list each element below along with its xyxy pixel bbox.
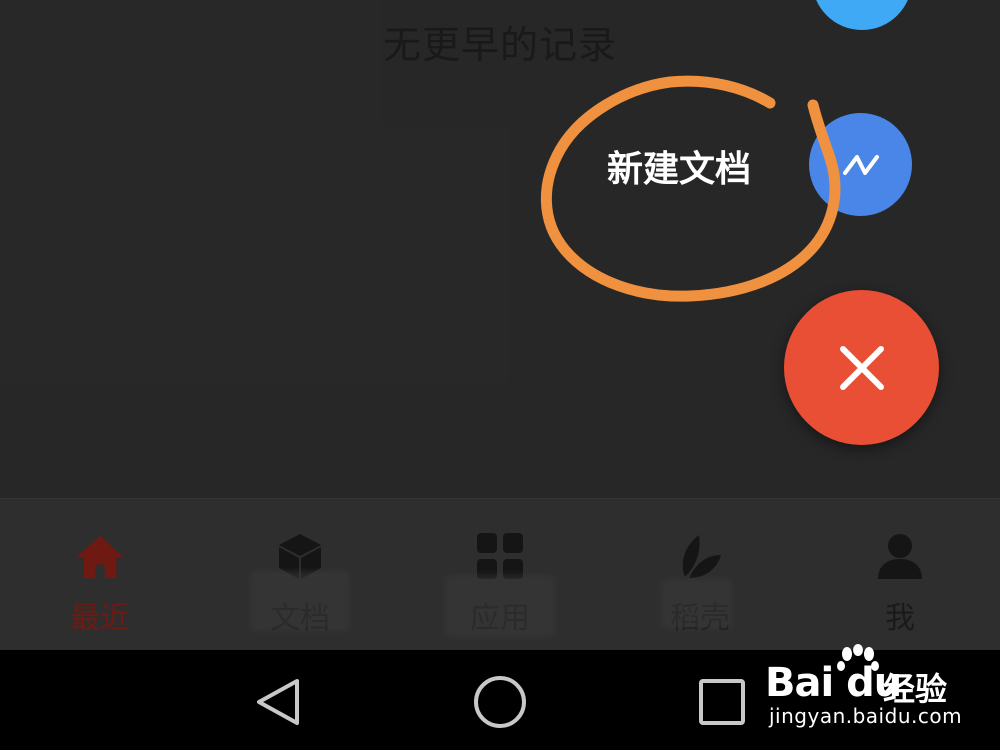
tab-apps[interactable]: 应用 bbox=[400, 499, 600, 651]
redaction-blur bbox=[445, 575, 555, 637]
watermark-url: jingyan.baidu.com bbox=[769, 704, 963, 728]
leaf-icon bbox=[675, 531, 725, 581]
w-document-icon bbox=[842, 154, 879, 175]
recents-button[interactable] bbox=[692, 672, 752, 732]
redaction-blur bbox=[250, 571, 350, 631]
tab-me[interactable]: 我 bbox=[800, 499, 1000, 651]
tab-documents[interactable]: 文档 bbox=[200, 499, 400, 651]
back-button[interactable] bbox=[248, 672, 308, 732]
paw-icon bbox=[837, 644, 879, 671]
home-button[interactable] bbox=[470, 672, 530, 732]
home-icon bbox=[75, 531, 125, 581]
back-icon bbox=[257, 679, 299, 725]
tab-recent[interactable]: 最近 bbox=[0, 499, 200, 651]
close-fab-button[interactable] bbox=[784, 290, 939, 445]
bottom-tab-bar: 最近 文档 应用 bbox=[0, 498, 1000, 651]
grid-icon bbox=[475, 531, 525, 581]
tab-label: 最近 bbox=[70, 601, 130, 636]
close-icon bbox=[839, 345, 884, 390]
baidu-jingyan-watermark: Bai du 经验 jingyan.baidu.com bbox=[765, 640, 995, 740]
home-circle-icon bbox=[474, 676, 526, 728]
tab-label: 我 bbox=[885, 601, 915, 636]
user-icon bbox=[875, 531, 925, 581]
new-document-button[interactable] bbox=[809, 113, 912, 216]
new-document-label[interactable]: 新建文档 bbox=[607, 140, 751, 192]
tab-docer[interactable]: 稻壳 bbox=[600, 499, 800, 651]
redaction-blur bbox=[662, 579, 732, 629]
recents-icon bbox=[699, 679, 745, 725]
